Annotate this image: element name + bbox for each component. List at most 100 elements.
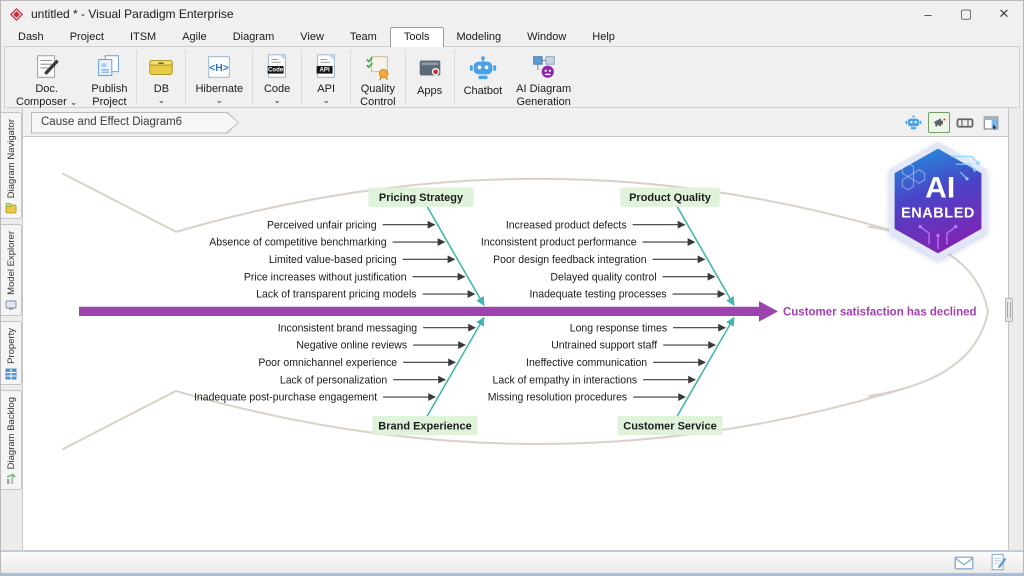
- maximize-button[interactable]: ▢: [947, 1, 985, 27]
- title-bar: untitled * - Visual Paradigm Enterprise …: [1, 1, 1023, 27]
- cause-text[interactable]: Delayed quality control: [550, 271, 656, 283]
- cause-text[interactable]: Missing resolution procedures: [488, 392, 627, 404]
- cause-text[interactable]: Perceived unfair pricing: [267, 219, 377, 231]
- chevron-down-icon: ⌄: [216, 96, 224, 105]
- menu-itsm[interactable]: ITSM: [117, 28, 169, 46]
- branch-line[interactable]: [427, 317, 484, 416]
- toolbar: Doc. Composer ⌄ Publish Project DB ⌄ <H>…: [4, 46, 1020, 108]
- cause-text[interactable]: Poor omnichannel experience: [258, 357, 397, 369]
- cause-text[interactable]: Absence of competitive benchmarking: [209, 237, 386, 249]
- fishbone-diagram[interactable]: Customer satisfaction has declined Pricin…: [23, 137, 1008, 550]
- sidebar-tab-model-explorer[interactable]: Model Explorer: [1, 224, 22, 316]
- sidebar-tab-diagram-navigator[interactable]: Diagram Navigator: [1, 112, 22, 219]
- cause-text[interactable]: Lack of personalization: [280, 374, 387, 386]
- edit-document-icon[interactable]: [990, 553, 1007, 572]
- branch-line[interactable]: [427, 206, 484, 305]
- cause-text[interactable]: Lack of transparent pricing models: [256, 289, 416, 301]
- panel-layout-icon[interactable]: [980, 112, 1002, 133]
- api-button[interactable]: API API ⌄: [304, 49, 348, 105]
- category-label[interactable]: Product Quality: [629, 192, 712, 204]
- cause-text[interactable]: Negative online reviews: [296, 340, 407, 352]
- branch-line[interactable]: [677, 317, 734, 416]
- quality-control-button[interactable]: Quality Control: [353, 49, 402, 105]
- publish-project-icon: [94, 52, 124, 82]
- diagram-backlog-icon: [5, 473, 17, 485]
- cause-text[interactable]: Limited value-based pricing: [269, 254, 397, 266]
- mail-icon[interactable]: [954, 555, 974, 571]
- toolbar-separator: [454, 50, 455, 104]
- svg-text:<H>: <H>: [210, 63, 229, 74]
- diagram-canvas[interactable]: Customer satisfaction has declined Pricin…: [23, 137, 1008, 550]
- toolbar-separator: [350, 50, 351, 104]
- menu-team[interactable]: Team: [337, 28, 390, 46]
- cause-text[interactable]: Long response times: [570, 322, 667, 334]
- right-panel-strip: [1008, 108, 1023, 550]
- category-label[interactable]: Pricing Strategy: [379, 192, 464, 204]
- toolbar-separator: [405, 50, 406, 104]
- doc-composer-button[interactable]: Doc. Composer ⌄: [9, 49, 84, 105]
- menu-help[interactable]: Help: [579, 28, 628, 46]
- cause-text[interactable]: Inadequate post-purchase engagement: [194, 392, 377, 404]
- db-button[interactable]: DB ⌄: [139, 49, 183, 105]
- menu-window[interactable]: Window: [514, 28, 579, 46]
- filmstrip-icon[interactable]: [954, 112, 976, 133]
- category-label[interactable]: Customer Service: [623, 421, 716, 433]
- model-explorer-icon: [5, 299, 17, 311]
- apps-icon: [415, 52, 445, 84]
- toolbar-separator: [136, 50, 137, 104]
- svg-text:API: API: [320, 67, 330, 74]
- menu-dash[interactable]: Dash: [5, 28, 57, 46]
- splitter-grip[interactable]: [1005, 298, 1013, 322]
- menu-agile[interactable]: Agile: [169, 28, 219, 46]
- close-button[interactable]: ✕: [985, 1, 1023, 27]
- chevron-down-icon: ⌄: [158, 96, 166, 105]
- chatbot-assistant-icon[interactable]: [902, 112, 924, 133]
- svg-text:Code: Code: [268, 67, 284, 74]
- diagram-tab-bar: Cause and Effect Diagram6: [23, 108, 1008, 137]
- app-window: untitled * - Visual Paradigm Enterprise …: [0, 0, 1024, 576]
- cause-text[interactable]: Inadequate testing processes: [529, 289, 666, 301]
- toolbar-separator: [252, 50, 253, 104]
- code-icon: Code: [262, 52, 292, 82]
- sidebar-tab-property[interactable]: Property: [1, 321, 22, 385]
- chatbot-button[interactable]: Chatbot: [457, 49, 510, 105]
- category-label[interactable]: Brand Experience: [378, 421, 471, 433]
- cause-text[interactable]: Lack of empathy in interactions: [493, 374, 638, 386]
- svg-text:AI: AI: [925, 172, 955, 205]
- menu-project[interactable]: Project: [57, 28, 117, 46]
- doc-composer-icon: [32, 52, 62, 82]
- cause-text[interactable]: Price increases without justification: [244, 271, 407, 283]
- status-bar: [1, 550, 1023, 575]
- cause-text[interactable]: Ineffective communication: [526, 357, 647, 369]
- chevron-down-icon: ⌄: [322, 96, 330, 105]
- cause-text[interactable]: Inconsistent product performance: [481, 237, 637, 249]
- branch-line[interactable]: [677, 206, 734, 305]
- chevron-down-icon: ⌄: [273, 96, 281, 105]
- code-button[interactable]: Code Code ⌄: [255, 49, 299, 105]
- chevron-down-icon: ⌄: [70, 97, 78, 107]
- ai-diagram-generation-icon: [529, 52, 559, 82]
- menu-view[interactable]: View: [287, 28, 337, 46]
- minimize-button[interactable]: –: [909, 1, 947, 27]
- ai-diagram-generation-button[interactable]: AI Diagram Generation: [509, 49, 578, 105]
- tab-cause-and-effect-diagram[interactable]: Cause and Effect Diagram6: [31, 112, 239, 134]
- menu-diagram[interactable]: Diagram: [220, 28, 288, 46]
- cause-text[interactable]: Untrained support staff: [551, 340, 657, 352]
- cause-text[interactable]: Poor design feedback integration: [493, 254, 646, 266]
- announcement-icon[interactable]: [928, 112, 950, 133]
- apps-button[interactable]: Apps: [408, 49, 452, 105]
- hibernate-icon: <H>: [204, 52, 234, 82]
- cause-text[interactable]: Increased product defects: [506, 219, 627, 231]
- ai-enabled-badge[interactable]: AI ENABLED: [882, 142, 994, 260]
- spine-arrowhead: [759, 301, 778, 321]
- cause-text[interactable]: Inconsistent brand messaging: [278, 322, 417, 334]
- chatbot-icon: [469, 52, 497, 84]
- menu-modeling[interactable]: Modeling: [444, 28, 515, 46]
- publish-project-button[interactable]: Publish Project: [84, 49, 134, 105]
- hibernate-button[interactable]: <H> Hibernate ⌄: [188, 49, 250, 105]
- app-logo-icon: [10, 8, 23, 21]
- sidebar-tab-diagram-backlog[interactable]: Diagram Backlog: [1, 390, 22, 490]
- menu-tools[interactable]: Tools: [390, 27, 444, 47]
- database-icon: [146, 52, 176, 82]
- effect-text[interactable]: Customer satisfaction has declined: [783, 305, 977, 318]
